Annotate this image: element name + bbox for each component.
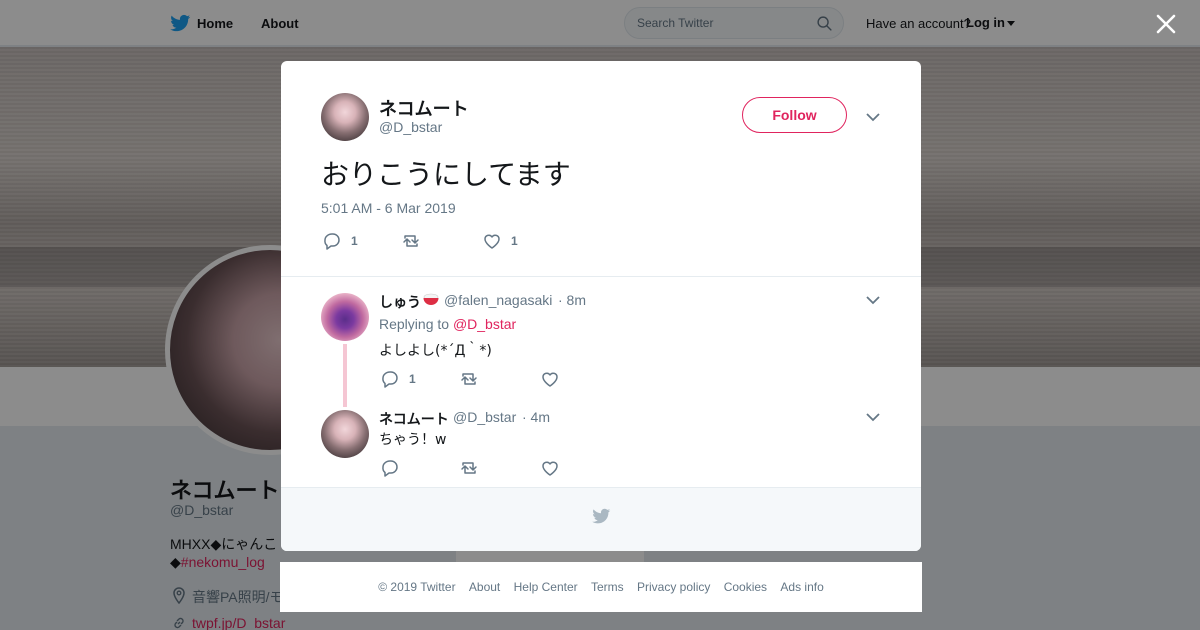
reply-author-name[interactable]: しゅう (379, 292, 421, 312)
footer-cookies-link[interactable]: Cookies (724, 580, 767, 594)
reply-text: よしよし(*´Д｀*) (379, 343, 492, 359)
retweet-icon[interactable] (401, 231, 421, 251)
reply-author-name[interactable]: ネコムート (379, 409, 449, 429)
reply-count: 1 (409, 372, 416, 386)
chevron-down-icon[interactable] (866, 112, 880, 122)
footer-copyright: © 2019 Twitter (378, 580, 456, 594)
reply-author-handle[interactable]: @falen_nagasaki (444, 292, 552, 308)
footer-privacy-link[interactable]: Privacy policy (637, 580, 710, 594)
reply-icon[interactable] (322, 231, 342, 251)
avatar[interactable] (321, 293, 369, 341)
heart-icon[interactable] (540, 369, 560, 389)
reply-time[interactable]: · 4m (522, 409, 550, 425)
tweet-author-handle[interactable]: @D_bstar (379, 119, 442, 135)
modal-footer (281, 487, 921, 551)
retweet-icon[interactable] (459, 458, 479, 478)
page-footer: © 2019 Twitter About Help Center Terms P… (280, 562, 922, 612)
retweet-icon[interactable] (459, 369, 479, 389)
chevron-down-icon[interactable] (866, 412, 880, 422)
rice-bowl-emoji-icon (423, 293, 439, 305)
twitter-bird-icon (592, 508, 611, 524)
tweet-author-name[interactable]: ネコムート (379, 95, 469, 121)
tweet-timestamp[interactable]: 5:01 AM - 6 Mar 2019 (321, 200, 456, 216)
heart-icon[interactable] (540, 458, 560, 478)
footer-links: © 2019 Twitter About Help Center Terms P… (280, 580, 922, 594)
thread-line (343, 344, 347, 407)
tweet-modal: ネコムート @D_bstar Follow おりこうにしてます 5:01 AM … (281, 61, 921, 551)
heart-icon[interactable] (482, 231, 502, 251)
follow-button[interactable]: Follow (742, 97, 847, 133)
chevron-down-icon[interactable] (866, 295, 880, 305)
footer-terms-link[interactable]: Terms (591, 580, 624, 594)
replying-to: Replying to @D_bstar (379, 316, 517, 332)
reply-time[interactable]: · 8m (558, 292, 586, 308)
reply-icon[interactable] (380, 369, 400, 389)
avatar[interactable] (321, 410, 369, 458)
reply-author-handle[interactable]: @D_bstar (453, 409, 516, 425)
footer-about-link[interactable]: About (469, 580, 500, 594)
reply-count: 1 (351, 234, 358, 248)
like-count: 1 (511, 234, 518, 248)
footer-ads-link[interactable]: Ads info (780, 580, 823, 594)
close-icon[interactable] (1152, 10, 1180, 38)
divider (281, 276, 921, 277)
avatar[interactable] (321, 93, 369, 141)
footer-help-link[interactable]: Help Center (514, 580, 578, 594)
reply-icon[interactable] (380, 458, 400, 478)
replying-to-link[interactable]: @D_bstar (453, 316, 516, 332)
tweet-text: おりこうにしてます (321, 158, 571, 191)
reply-text: ちゃう！w (379, 432, 447, 448)
